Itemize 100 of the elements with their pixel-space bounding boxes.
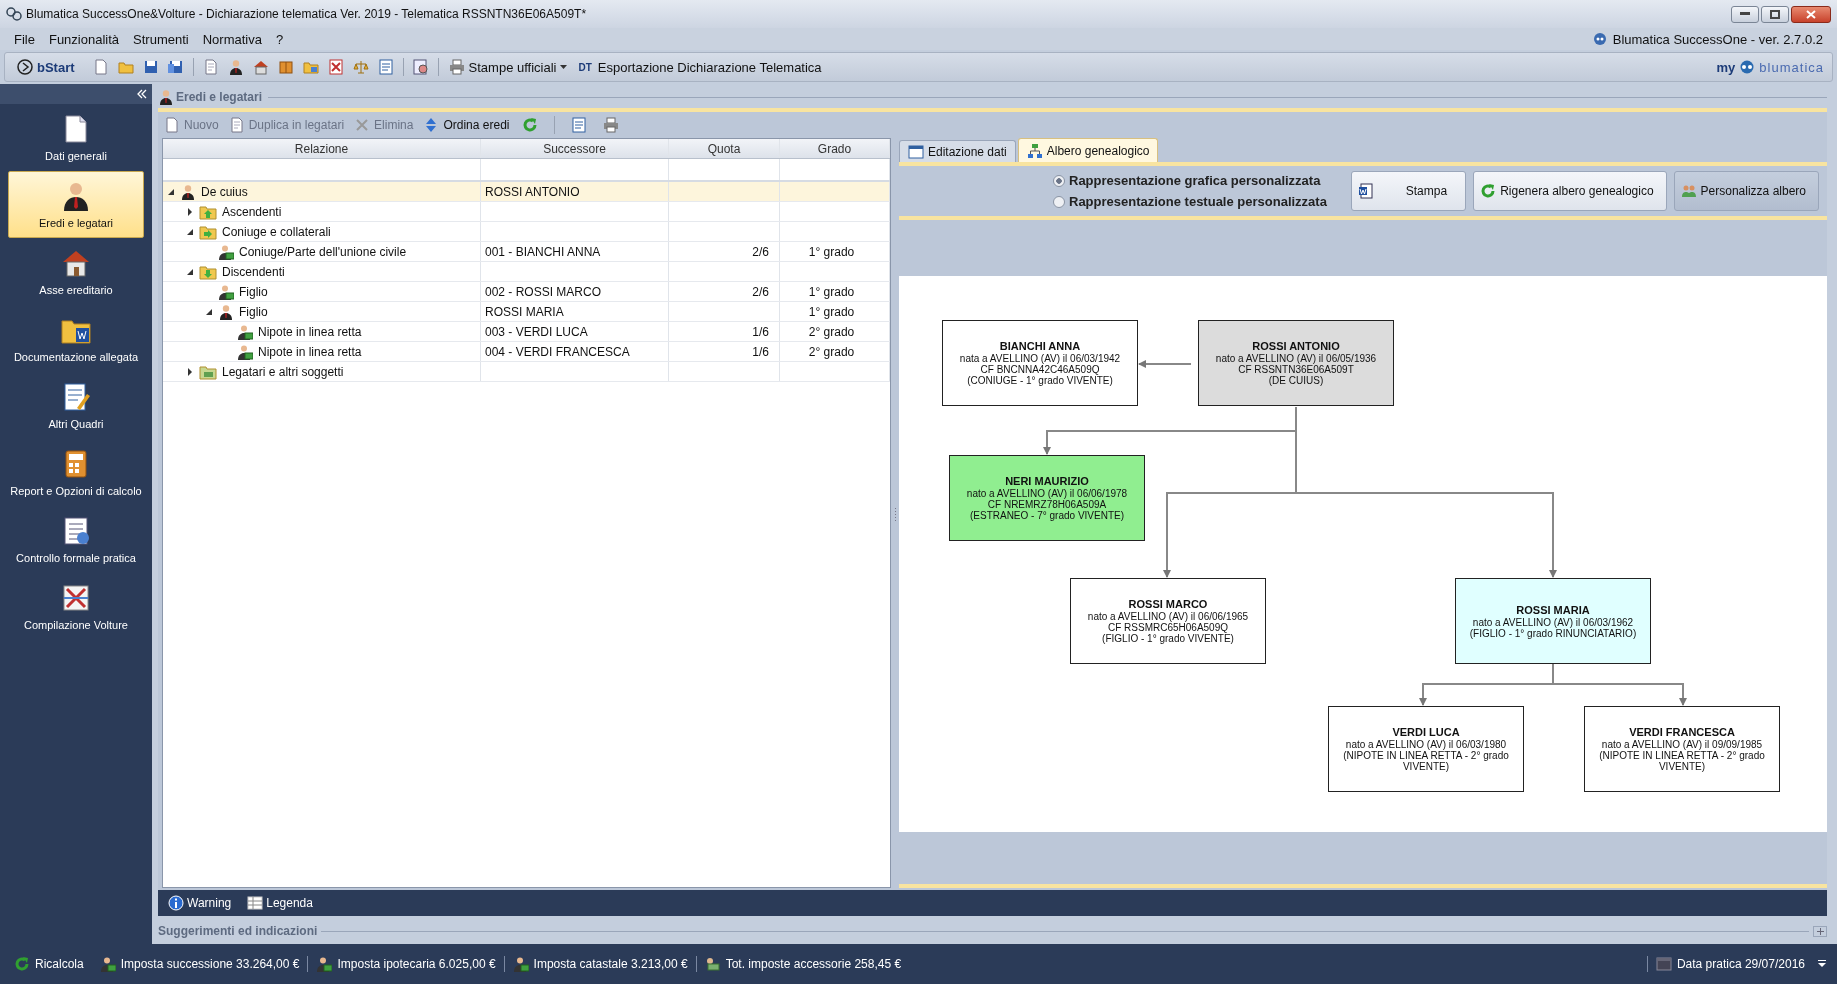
expand-button[interactable] [1813, 925, 1827, 937]
collapse-arrow-icon[interactable] [205, 307, 213, 316]
sidebar-item[interactable]: Eredi e legatari [8, 171, 144, 238]
sidebar-item[interactable]: Report e Opzioni di calcolo [8, 439, 144, 506]
copy-icon [202, 59, 219, 75]
tree-row[interactable]: Figlio 002 - ROSSI MARCO 2/6 1° grado [163, 282, 890, 302]
toolbar-button[interactable]: Personalizza albero [1673, 171, 1819, 211]
person-name: BIANCHI ANNA [999, 340, 1081, 353]
brand-logo[interactable]: my blumatica [1716, 59, 1824, 75]
recalculate-button[interactable]: Ricalcola [6, 956, 92, 972]
play-icon [17, 59, 33, 75]
robot-icon [1592, 32, 1607, 46]
radio-option[interactable]: Rappresentazione testuale personalizzata [1053, 194, 1327, 209]
sidebar-item[interactable]: Dati generali [8, 104, 144, 171]
share-cell: 1/6 [669, 342, 780, 361]
tree-row[interactable]: Coniuge/Parte dell'unione civile 001 - BIANCHI ANNA 2/6 1° grado [163, 242, 890, 262]
tab[interactable]: Albero genealogico [1017, 138, 1159, 162]
map-icon [61, 582, 91, 613]
tree-row[interactable]: Coniuge e collaterali [163, 222, 890, 242]
relation-cell: Nipote in linea retta [258, 324, 362, 339]
legend-icon [247, 895, 264, 911]
person-detail: nato a AVELLINO (AV) il 06/06/1965 [1087, 611, 1249, 622]
tab[interactable]: Editazione dati [899, 140, 1016, 162]
tax-total: Imposta catastale 3.213,00 € [503, 956, 696, 972]
person-name: ROSSI MARIA [1516, 603, 1590, 617]
close-button[interactable] [1791, 5, 1831, 23]
collapse-arrow-icon[interactable] [167, 187, 175, 196]
relation-cell: Discendenti [222, 264, 285, 279]
person-name: VERDI FRANCESCA [1629, 726, 1735, 739]
bottom-tab[interactable]: Warning [168, 895, 232, 911]
chevron-icon [137, 89, 147, 99]
panel-title: Eredi e legatari [176, 90, 263, 104]
saveall-icon [167, 59, 184, 75]
person-detail: CF RSSNTN36E06A509T [1238, 364, 1354, 375]
splitter-grip-icon[interactable] [893, 508, 897, 522]
maximize-icon [1770, 9, 1780, 19]
person-detail: (FIGLIO - 1° grado VIVENTE) [1102, 633, 1234, 644]
tree-row[interactable]: Nipote in linea retta 003 - VERDI LUCA 1/6 2° grado [163, 322, 890, 342]
sidebar-item[interactable]: Altri Quadri [8, 372, 144, 439]
tree-row[interactable]: Discendenti [163, 262, 890, 282]
successor-cell: 001 - BIANCHI ANNA [481, 242, 669, 261]
person-detail: (NIPOTE IN LINEA RETTA - 2° grado [1599, 750, 1765, 761]
tree-row[interactable]: De cuius ROSSI ANTONIO [163, 182, 890, 202]
menu-item[interactable]: File [14, 31, 35, 47]
relation-cell: Nipote in linea retta [258, 344, 362, 359]
person-detail: CF BNCNNA42C46A509Q [980, 364, 1100, 375]
relation-cell: Figlio [239, 284, 268, 299]
plus-icon [1816, 927, 1824, 935]
menu-item[interactable]: Funzionalità [48, 31, 120, 47]
start-button[interactable]: bStart [13, 55, 79, 79]
person-detail: nato a AVELLINO (AV) il 06/03/1980 [1345, 739, 1507, 750]
toolbar-button[interactable]: Stampa [1350, 171, 1467, 211]
bottom-tab[interactable]: Legenda [247, 895, 313, 911]
person-detail: CF NREMRZ78H06A509A [987, 499, 1107, 510]
heir-icon [316, 956, 333, 972]
relation-cell: Coniuge/Parte dell'unione civile [239, 244, 407, 259]
save-icon [142, 59, 159, 75]
export-button[interactable]: DT Esportazione Dichiarazione Telematica [574, 55, 826, 79]
menu-item[interactable]: Strumenti [133, 31, 189, 47]
collapse-arrow-icon[interactable] [186, 267, 194, 276]
sidebar-item[interactable]: Documentazione allegata [8, 305, 144, 372]
sidebar-item[interactable]: Asse ereditario [8, 238, 144, 305]
person-detail: CF RSSMRC65H06A509Q [1107, 622, 1228, 633]
column-header[interactable]: Successore [481, 139, 669, 158]
heir-icon [237, 323, 253, 340]
degree-cell: 2° grado [780, 322, 890, 341]
column-header[interactable]: Grado [780, 139, 890, 158]
expand-arrow-icon[interactable] [186, 367, 194, 376]
action-button[interactable]: Ordina eredi [423, 117, 510, 133]
share-cell: 2/6 [669, 282, 780, 301]
maximize-button[interactable] [1761, 5, 1789, 23]
print-menu-button[interactable]: Stampe ufficiali [444, 55, 572, 79]
collapse-arrow-icon[interactable] [186, 227, 194, 236]
heir-icon [99, 956, 116, 972]
person-detail: (ESTRANEO - 7° grado VIVENTE) [969, 510, 1124, 521]
tree-row[interactable]: Legatari e altri soggetti [163, 362, 890, 382]
sidebar-item[interactable]: Controllo formale pratica [8, 506, 144, 573]
radio-option[interactable]: Rappresentazione grafica personalizzata [1053, 173, 1327, 188]
checklist-icon [61, 515, 91, 546]
column-header[interactable]: Relazione [163, 139, 481, 158]
person-name: VERDI LUCA [1392, 726, 1460, 739]
toolbar-button[interactable]: Rigenera albero genealogico [1473, 171, 1667, 211]
folder-icon [199, 363, 217, 380]
menu-item[interactable]: Normativa [202, 31, 262, 47]
heir-icon [237, 343, 253, 360]
tree-row[interactable]: Figlio ROSSI MARIA 1° grado [163, 302, 890, 322]
app-icon [6, 6, 22, 22]
person-icon [61, 180, 91, 211]
sidebar-item[interactable]: Compilazione Volture [8, 573, 144, 640]
menu-item[interactable]: ? [275, 31, 284, 47]
column-header[interactable]: Quota [669, 139, 780, 158]
minimize-button[interactable] [1731, 5, 1759, 23]
caret-icon [1818, 960, 1826, 968]
form-icon [571, 117, 588, 133]
tree-row[interactable]: Ascendenti [163, 202, 890, 222]
close-icon [1806, 9, 1816, 19]
tree-row[interactable]: Nipote in linea retta 004 - VERDI FRANCESCA 1/6 2° grado [163, 342, 890, 362]
expand-arrow-icon[interactable] [186, 207, 194, 216]
copy-icon [228, 117, 245, 133]
person-name: ROSSI MARCO [1128, 598, 1208, 611]
